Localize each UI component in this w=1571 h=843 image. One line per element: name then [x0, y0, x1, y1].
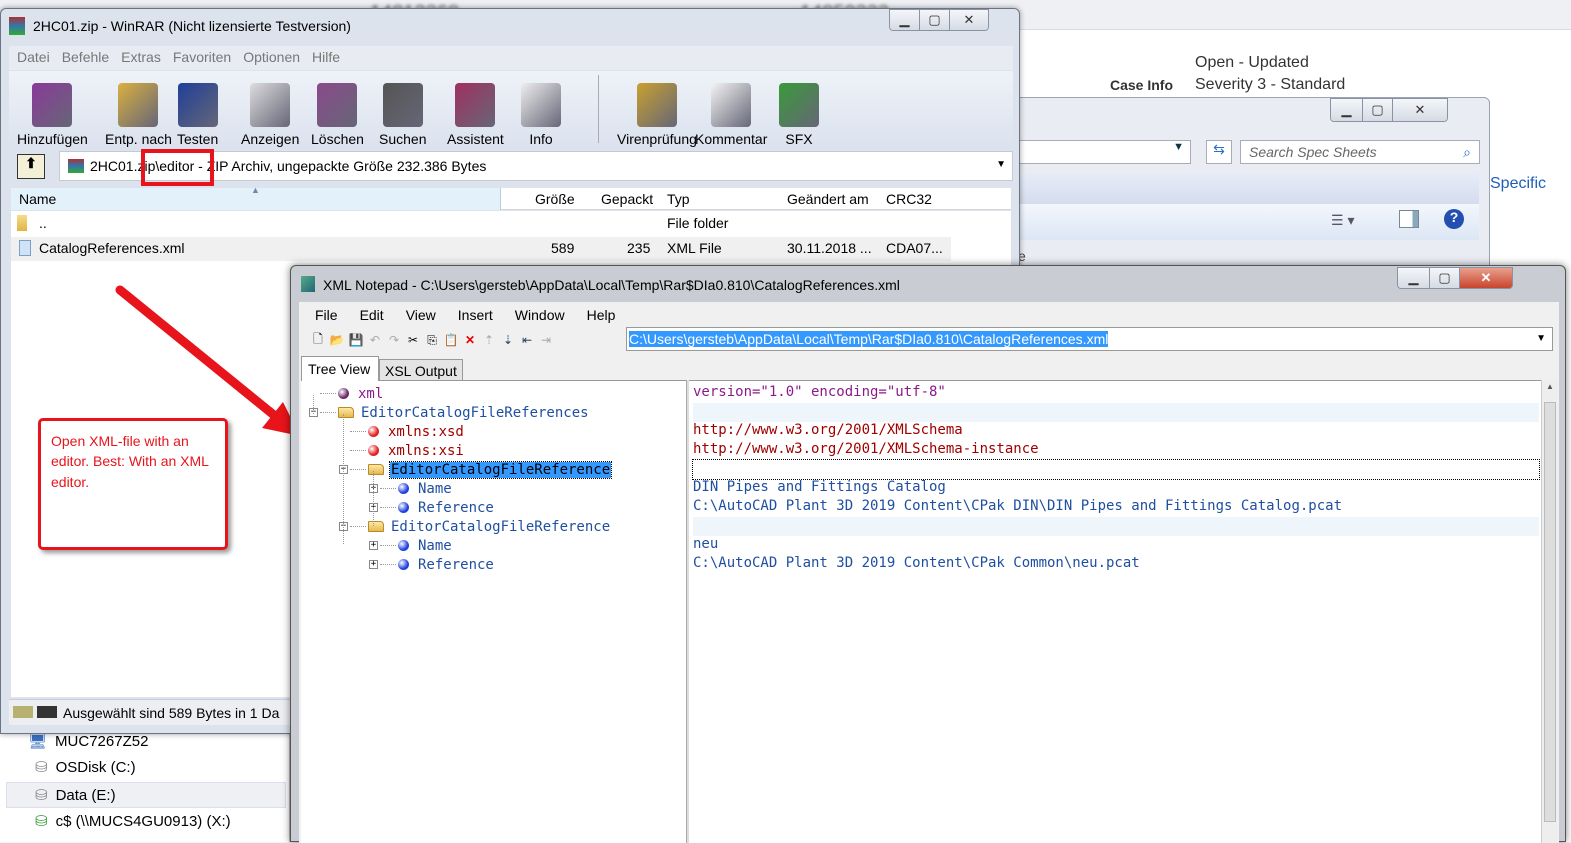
tree-node-label: EditorCatalogFileReference	[391, 518, 611, 535]
location-combo[interactable]: C:\Users\gersteb\AppData\Local\Temp\Rar$…	[626, 327, 1553, 351]
toolbar: 🗋 📂 💾 ↶ ↷ ✂ ⎘ 📋 ✕ ⇡ ⇣ ⇤ ⇥	[311, 332, 558, 348]
nudge-right-icon[interactable]: ⇥	[539, 333, 553, 347]
tree-node-label: xmlns:xsi	[388, 442, 464, 459]
open-icon[interactable]: 📂	[330, 333, 345, 347]
expand-icon[interactable]: +	[369, 560, 378, 569]
tab-tree-view[interactable]: Tree View	[301, 356, 379, 381]
child-icon	[398, 502, 409, 513]
node-value[interactable]: http://www.w3.org/2001/XMLSchema	[693, 422, 1539, 441]
xml-notepad-app-icon	[301, 276, 315, 292]
nudge-left-icon[interactable]: ⇤	[520, 333, 534, 347]
cut-icon[interactable]: ✂	[406, 333, 420, 347]
menu-insert[interactable]: Insert	[458, 307, 493, 323]
nudge-up-icon[interactable]: ⇡	[482, 333, 496, 347]
tree-line	[343, 414, 344, 544]
menu-bar: File Edit View Insert Window Help	[315, 307, 615, 323]
tree-node-pi[interactable]: xml	[309, 384, 384, 403]
tree-node-label: Reference	[418, 556, 494, 573]
attribute-icon	[368, 445, 379, 456]
tree-node-element[interactable]: − EditorCatalogFileReference	[339, 460, 613, 479]
vertical-scrollbar[interactable]: ▲	[1541, 380, 1558, 843]
location-text[interactable]: C:\Users\gersteb\AppData\Local\Temp\Rar$…	[629, 331, 1109, 347]
child-icon	[398, 483, 409, 494]
child-icon	[398, 540, 409, 551]
node-value[interactable]: C:\AutoCAD Plant 3D 2019 Content\CPak Co…	[693, 555, 1539, 574]
tree-node-child[interactable]: + Name	[369, 479, 453, 498]
tree-node-label: xml	[358, 385, 384, 402]
node-value[interactable]: version="1.0" encoding="utf-8"	[693, 384, 1539, 403]
delete-icon[interactable]: ✕	[463, 333, 477, 347]
tree-node-label: xmlns:xsd	[388, 423, 464, 440]
paste-icon[interactable]: 📋	[444, 333, 459, 347]
tree-line	[373, 471, 374, 526]
scrollbar-thumb[interactable]	[1544, 402, 1556, 822]
save-icon[interactable]: 💾	[349, 333, 364, 347]
menu-file[interactable]: File	[315, 307, 338, 323]
new-icon[interactable]: 🗋	[311, 332, 325, 347]
tree-node-label: Name	[418, 537, 452, 554]
menu-help[interactable]: Help	[587, 307, 616, 323]
node-value[interactable]	[693, 517, 1539, 536]
tree-node-child[interactable]: + Reference	[369, 555, 495, 574]
tree-line	[313, 395, 314, 414]
copy-icon[interactable]: ⎘	[425, 333, 439, 347]
node-value[interactable]: neu	[693, 536, 1539, 555]
xml-notepad-window: XML Notepad - C:\Users\gersteb\AppData\L…	[290, 265, 1566, 843]
menu-edit[interactable]: Edit	[360, 307, 384, 323]
tree-node-label: EditorCatalogFileReference	[388, 460, 613, 479]
tree-node-label: Reference	[418, 499, 494, 516]
redo-icon[interactable]: ↷	[387, 333, 401, 347]
maximize-button[interactable]: ▢	[1430, 268, 1460, 288]
menu-window[interactable]: Window	[515, 307, 565, 323]
node-value[interactable]	[693, 403, 1539, 422]
child-icon	[398, 559, 409, 570]
processing-instruction-icon	[338, 388, 349, 399]
node-value[interactable]: http://www.w3.org/2001/XMLSchema-instanc…	[693, 441, 1539, 460]
chevron-down-icon[interactable]: ▼	[1536, 333, 1546, 344]
node-value[interactable]: C:\AutoCAD Plant 3D 2019 Content\CPak DI…	[693, 498, 1539, 517]
tree-node-element[interactable]: − EditorCatalogFileReferences	[309, 403, 590, 422]
tree-node-label: EditorCatalogFileReferences	[361, 404, 589, 421]
xml-notepad-client: File Edit View Insert Window Help 🗋 📂 💾 ↶ ↷ ✂ ⎘ 📋 ✕ ⇡ ⇣…	[299, 302, 1559, 843]
folder-icon	[368, 521, 384, 532]
tree-node-label: Name	[418, 480, 452, 497]
menu-view[interactable]: View	[406, 307, 436, 323]
attribute-icon	[368, 426, 379, 437]
tab-xsl-output[interactable]: XSL Output	[379, 359, 463, 381]
nudge-down-icon[interactable]: ⇣	[501, 333, 515, 347]
value-pane: version="1.0" encoding="utf-8" http://www…	[689, 380, 1541, 843]
folder-icon	[338, 407, 354, 418]
tree-node-child[interactable]: + Reference	[369, 498, 495, 517]
window-controls: ▁ ▢ ✕	[1397, 267, 1513, 289]
tree-node-attribute[interactable]: xmlns:xsi	[339, 441, 465, 460]
folder-icon	[368, 464, 384, 475]
tree-node-attribute[interactable]: xmlns:xsd	[339, 422, 465, 441]
tree-node-element[interactable]: − EditorCatalogFileReference	[339, 517, 611, 536]
node-value[interactable]	[692, 459, 1540, 480]
node-value[interactable]: DIN Pipes and Fittings Catalog	[693, 479, 1539, 498]
scroll-up-icon[interactable]: ▲	[1546, 382, 1554, 391]
minimize-button[interactable]: ▁	[1398, 268, 1430, 288]
window-title: XML Notepad - C:\Users\gersteb\AppData\L…	[323, 277, 900, 293]
tree-pane: xml − EditorCatalogFileReferences xmlns:xsd…	[301, 380, 686, 843]
undo-icon[interactable]: ↶	[368, 333, 382, 347]
close-button[interactable]: ✕	[1460, 268, 1512, 288]
expand-icon[interactable]: +	[369, 541, 378, 550]
tree-node-child[interactable]: + Name	[369, 536, 453, 555]
